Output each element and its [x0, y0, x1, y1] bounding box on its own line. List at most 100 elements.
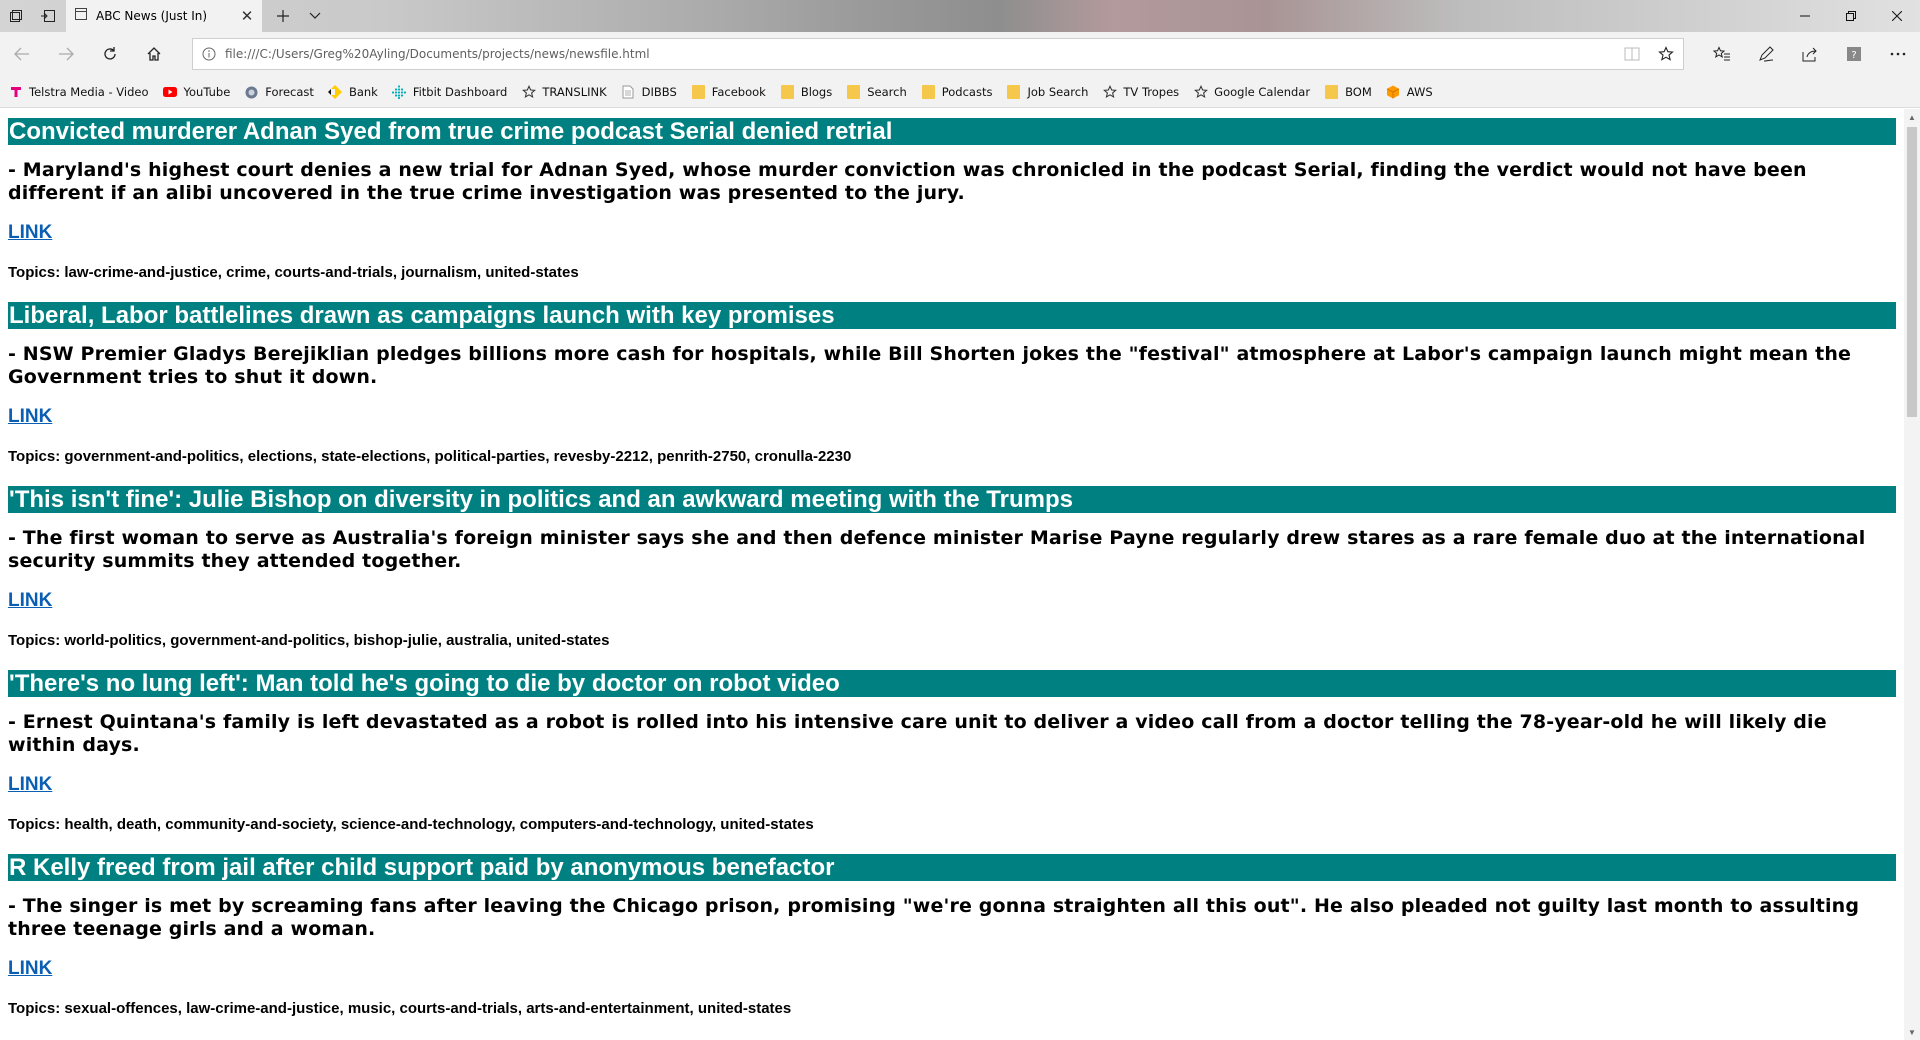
favorite-label: DIBBS	[641, 85, 677, 99]
favorite-item[interactable]: DIBBS	[621, 76, 677, 108]
favorite-label: Facebook	[711, 85, 766, 99]
tab-active[interactable]: ABC News (Just In) ✕	[66, 0, 262, 32]
help-icon[interactable]: ?	[1836, 38, 1872, 70]
folder-icon	[1006, 85, 1021, 100]
article-link[interactable]: LINK	[8, 590, 52, 612]
favorite-label: TV Tropes	[1123, 85, 1180, 99]
article-summary: - Maryland's highest court denies a new …	[8, 159, 1807, 204]
favorite-item[interactable]: YouTube	[163, 76, 231, 108]
favorite-label: Fitbit Dashboard	[412, 85, 508, 99]
telstra-icon	[8, 85, 23, 100]
article-summary: - Ernest Quintana's family is left devas…	[8, 711, 1827, 756]
tab-preview-chevron-down-icon[interactable]	[300, 0, 330, 32]
bank-icon	[328, 85, 343, 100]
address-bar[interactable]	[192, 38, 1684, 70]
article-topics: Topics: sexual-offences, law-crime-and-j…	[8, 1000, 792, 1017]
back-arrow-icon[interactable]	[6, 38, 38, 70]
home-icon[interactable]	[138, 38, 170, 70]
refresh-icon[interactable]	[94, 38, 126, 70]
close-window-icon[interactable]	[1874, 0, 1920, 32]
news-article: Convicted murderer Adnan Syed from true …	[8, 118, 1896, 282]
favorite-item[interactable]: Telstra Media - Video	[8, 76, 149, 108]
article-link[interactable]: LINK	[8, 406, 52, 428]
scroll-up-icon[interactable]: ▲	[1904, 109, 1920, 125]
folder-icon	[1324, 85, 1339, 100]
title-bar: ABC News (Just In) ✕	[0, 0, 1920, 32]
favorite-item[interactable]: Bank	[328, 76, 378, 108]
vertical-scrollbar[interactable]: ▲ ▼	[1904, 109, 1920, 1040]
url-input[interactable]	[225, 40, 1615, 68]
favorites-hub-icon[interactable]	[1704, 38, 1740, 70]
favorites-bar: Telstra Media - Video YouTube Forecast Bank…	[0, 76, 1920, 108]
article-topics: Topics: government-and-politics, electio…	[8, 448, 852, 465]
favorite-item[interactable]: Google Calendar	[1193, 76, 1310, 108]
favorite-label: Job Search	[1027, 85, 1089, 99]
favorite-label: Podcasts	[941, 85, 993, 99]
tab-title: ABC News (Just In)	[96, 9, 208, 23]
news-list: Convicted murderer Adnan Syed from true …	[8, 118, 1896, 1038]
favorite-item[interactable]: Blogs	[780, 76, 832, 108]
star-icon	[521, 85, 536, 100]
favorite-item[interactable]: Facebook	[691, 76, 766, 108]
article-title: R Kelly freed from jail after child supp…	[8, 854, 1896, 881]
news-article: 'There's no lung left': Man told he's go…	[8, 670, 1896, 834]
page-viewport: Convicted murderer Adnan Syed from true …	[0, 109, 1920, 1040]
scrollbar-thumb[interactable]	[1907, 127, 1917, 417]
favorite-label: Forecast	[265, 85, 314, 99]
reading-view-icon[interactable]	[1615, 39, 1649, 69]
set-aside-tabs-icon[interactable]	[32, 0, 64, 32]
forward-arrow-icon[interactable]	[50, 38, 82, 70]
restore-icon[interactable]	[1828, 0, 1874, 32]
tab-actions-icon[interactable]	[0, 0, 32, 32]
scroll-down-icon[interactable]: ▼	[1904, 1024, 1920, 1040]
news-article: Liberal, Labor battlelines drawn as camp…	[8, 302, 1896, 466]
article-summary: - The singer is met by screaming fans af…	[8, 895, 1860, 940]
favorite-label: AWS	[1406, 85, 1433, 99]
pen-notes-icon[interactable]	[1748, 38, 1784, 70]
article-link[interactable]: LINK	[8, 958, 52, 980]
favorite-item[interactable]: TRANSLINK	[521, 76, 607, 108]
folder-icon	[780, 85, 795, 100]
favorite-label: YouTube	[183, 85, 231, 99]
favorite-label: Google Calendar	[1214, 85, 1311, 99]
fitbit-icon	[392, 85, 407, 100]
favorite-item[interactable]: Search	[846, 76, 907, 108]
info-icon[interactable]	[193, 39, 225, 69]
share-icon[interactable]	[1792, 38, 1828, 70]
favorite-item[interactable]: Fitbit Dashboard	[392, 76, 508, 108]
article-summary: - NSW Premier Gladys Berejiklian pledges…	[8, 343, 1852, 388]
aws-icon	[1386, 85, 1401, 100]
navigation-bar: ?	[0, 32, 1920, 76]
favorite-item[interactable]: AWS	[1386, 76, 1433, 108]
favorite-item[interactable]: Forecast	[244, 76, 314, 108]
favorite-item[interactable]: Job Search	[1006, 76, 1088, 108]
favorite-label: TRANSLINK	[542, 85, 607, 99]
more-menu-icon[interactable]	[1880, 38, 1916, 70]
favorite-item[interactable]: Podcasts	[921, 76, 993, 108]
minimize-icon[interactable]	[1782, 0, 1828, 32]
folder-icon	[691, 85, 706, 100]
article-title: 'This isn't fine': Julie Bishop on diver…	[8, 486, 1896, 513]
close-tab-icon[interactable]: ✕	[238, 7, 256, 25]
favorite-item[interactable]: TV Tropes	[1102, 76, 1179, 108]
article-title: Liberal, Labor battlelines drawn as camp…	[8, 302, 1896, 329]
article-title: 'There's no lung left': Man told he's go…	[8, 670, 1896, 697]
folder-icon	[846, 85, 861, 100]
article-topics: Topics: world-politics, government-and-p…	[8, 632, 610, 649]
article-link[interactable]: LINK	[8, 774, 52, 796]
favorite-item[interactable]: BOM	[1324, 76, 1372, 108]
new-tab-icon[interactable]	[268, 0, 298, 32]
page-icon	[74, 7, 88, 26]
favorite-label: BOM	[1345, 85, 1372, 99]
youtube-icon	[163, 85, 178, 100]
favorite-label: Bank	[348, 85, 378, 99]
window-controls	[1782, 0, 1920, 32]
favorite-label: Blogs	[800, 85, 833, 99]
folder-icon	[921, 85, 936, 100]
favorite-star-icon[interactable]	[1649, 39, 1683, 69]
article-topics: Topics: law-crime-and-justice, crime, co…	[8, 264, 579, 281]
news-article: R Kelly freed from jail after child supp…	[8, 854, 1896, 1018]
article-link[interactable]: LINK	[8, 222, 52, 244]
page-icon	[621, 85, 636, 100]
article-title: Convicted murderer Adnan Syed from true …	[8, 118, 1896, 145]
